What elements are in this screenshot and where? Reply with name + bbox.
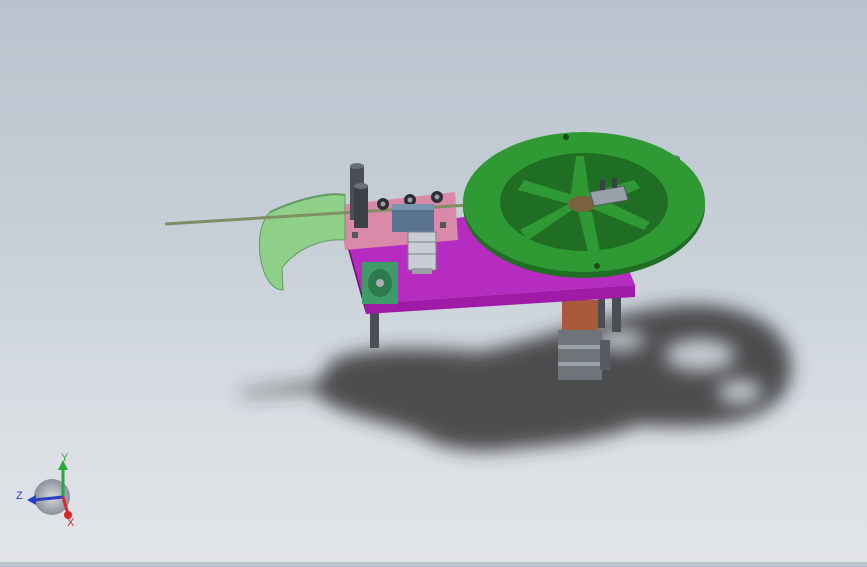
- model-view[interactable]: Y Z X: [0, 0, 867, 562]
- post: [354, 186, 368, 228]
- ground-shadow: [240, 304, 792, 452]
- triad-z-arrow: [27, 495, 36, 505]
- motor-body: [558, 330, 602, 380]
- gearbox: [562, 300, 598, 332]
- rim-hole: [563, 134, 569, 140]
- motor-terminal: [600, 340, 610, 370]
- shadow-hole: [665, 339, 735, 371]
- mount-screw: [440, 222, 446, 228]
- triad-z-label: Z: [16, 490, 23, 502]
- motor-shaft: [376, 279, 384, 287]
- roller: [407, 197, 413, 203]
- shadow-hole: [718, 380, 762, 404]
- 3d-viewport[interactable]: Y Z X: [0, 0, 867, 562]
- coordinate-triad-icon[interactable]: Y Z X: [16, 452, 75, 529]
- shadow-tail: [240, 380, 330, 396]
- leg: [598, 298, 605, 328]
- triad-y-label: Y: [61, 452, 69, 464]
- post-cap: [354, 183, 368, 189]
- rim-hole: [594, 263, 600, 269]
- cylinder-cap: [412, 268, 432, 274]
- leg: [370, 308, 379, 348]
- winding-wheel: [463, 132, 705, 278]
- cylinder-body: [407, 231, 437, 271]
- motor-band: [558, 362, 602, 366]
- feed-motor: [362, 262, 398, 304]
- shield-sheet: [259, 193, 346, 291]
- clamp-bolt: [612, 178, 617, 188]
- motor-band: [558, 345, 602, 349]
- clamp-bolt: [600, 180, 605, 190]
- triad-x-label: X: [67, 517, 75, 529]
- post-cap: [350, 163, 364, 169]
- mount-screw: [352, 232, 358, 238]
- roller: [434, 194, 440, 200]
- guide-posts: [350, 163, 368, 228]
- roller: [380, 201, 386, 207]
- clamp-block: [392, 204, 434, 232]
- block-top: [392, 204, 434, 210]
- pneumatic-cylinder: [407, 231, 437, 274]
- shadow-body: [315, 304, 792, 452]
- block-body: [392, 208, 434, 232]
- guide-shield: [259, 193, 346, 291]
